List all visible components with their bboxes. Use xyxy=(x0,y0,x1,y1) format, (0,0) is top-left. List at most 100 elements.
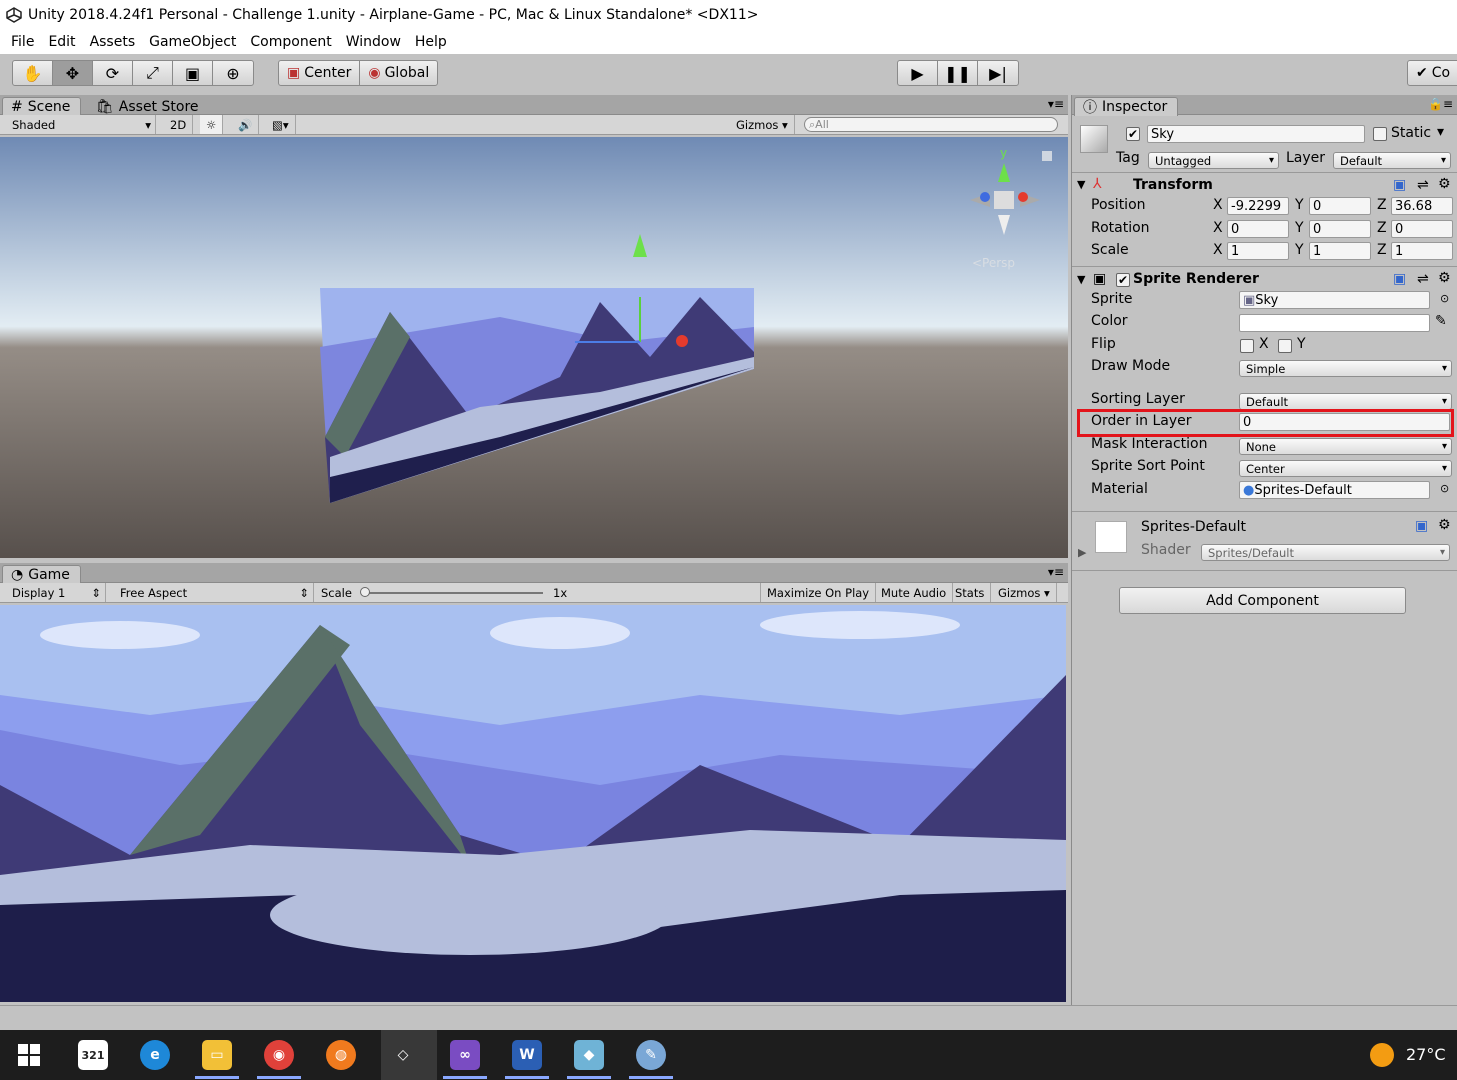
gear-icon[interactable]: ⚙ xyxy=(1438,517,1451,533)
audio-toggle[interactable]: 🔊 xyxy=(232,115,260,134)
panel-menu-icon[interactable]: ▾≡ xyxy=(1048,565,1064,579)
windows-start-icon[interactable] xyxy=(14,1040,44,1070)
menu-file[interactable]: File xyxy=(8,34,37,50)
position-y-field[interactable]: 0 xyxy=(1309,197,1371,215)
2d-toggle[interactable]: 2D xyxy=(164,115,194,134)
play-button[interactable]: ▶ xyxy=(898,61,938,85)
rotation-x-field[interactable]: 0 xyxy=(1227,220,1289,238)
menu-help[interactable]: Help xyxy=(412,34,450,50)
weather-sun-icon[interactable] xyxy=(1370,1043,1394,1067)
move-gizmo-x-handle[interactable] xyxy=(676,335,688,347)
game-view[interactable] xyxy=(0,605,1066,1002)
color-swatch[interactable] xyxy=(1239,314,1430,332)
tab-scene[interactable]: # Scene xyxy=(2,97,82,116)
pause-button[interactable]: ❚❚ xyxy=(938,61,978,85)
temperature-label[interactable]: 27°C xyxy=(1406,1045,1446,1064)
flip-x-checkbox[interactable] xyxy=(1240,339,1254,353)
preset-icon[interactable]: ⇌ xyxy=(1417,177,1429,193)
shading-dropdown[interactable]: Shaded ▾ xyxy=(6,115,156,134)
effects-toggle[interactable]: ▧ ▾ xyxy=(266,115,296,134)
sprite-sort-point-dropdown[interactable]: Center xyxy=(1239,460,1452,477)
rect-tool-button[interactable]: ▣ xyxy=(173,61,213,85)
edge-browser-icon[interactable]: e xyxy=(140,1040,170,1070)
sorting-layer-dropdown[interactable]: Default xyxy=(1239,393,1452,410)
calendar-app-icon[interactable]: 321 xyxy=(78,1040,108,1070)
firefox-browser-icon[interactable]: ◍ xyxy=(326,1040,356,1070)
tab-game[interactable]: ◔ Game xyxy=(2,565,81,584)
rotate-tool-button[interactable]: ⟳ xyxy=(93,61,133,85)
position-z-field[interactable]: 36.68 xyxy=(1391,197,1453,215)
menu-gameobject[interactable]: GameObject xyxy=(146,34,239,50)
step-button[interactable]: ▶| xyxy=(978,61,1018,85)
object-name-field[interactable]: Sky xyxy=(1147,125,1365,143)
flip-y-checkbox[interactable] xyxy=(1278,339,1292,353)
object-picker-icon[interactable]: ⊙ xyxy=(1440,482,1449,495)
lock-menu-icon[interactable]: 🔒≡ xyxy=(1428,97,1453,111)
tab-inspector[interactable]: ⓘ Inspector xyxy=(1074,97,1179,116)
preset-icon[interactable]: ⇌ xyxy=(1417,271,1429,287)
visual-studio-icon[interactable]: ∞ xyxy=(450,1040,480,1070)
object-picker-icon[interactable]: ⊙ xyxy=(1440,292,1449,305)
maximize-on-play-toggle[interactable]: Maximize On Play xyxy=(761,583,877,602)
menu-component[interactable]: Component xyxy=(247,34,334,50)
gear-icon[interactable]: ⚙ xyxy=(1438,270,1451,286)
scale-y-field[interactable]: 1 xyxy=(1309,242,1371,260)
add-component-button[interactable]: Add Component xyxy=(1119,587,1406,614)
file-explorer-icon[interactable]: ▭ xyxy=(202,1040,232,1070)
scale-slider-thumb[interactable] xyxy=(360,587,370,597)
scale-tool-button[interactable]: ⤢ xyxy=(133,61,173,85)
lock-icon[interactable] xyxy=(1042,151,1052,161)
menu-window[interactable]: Window xyxy=(343,34,404,50)
menu-assets[interactable]: Assets xyxy=(87,34,139,50)
persp-label[interactable]: <Persp xyxy=(972,256,1015,270)
chevron-down-icon[interactable]: ▾ xyxy=(1437,124,1444,140)
gear-icon[interactable]: ⚙ xyxy=(1438,176,1451,192)
lighting-toggle[interactable]: ☼ xyxy=(200,115,224,134)
mute-audio-toggle[interactable]: Mute Audio xyxy=(875,583,954,602)
display-dropdown[interactable]: Display 1 ⇕ xyxy=(6,583,106,602)
menu-edit[interactable]: Edit xyxy=(45,34,78,50)
move-tool-button[interactable]: ✥ xyxy=(53,61,93,85)
draw-mode-dropdown[interactable]: Simple xyxy=(1239,360,1452,377)
mask-interaction-dropdown[interactable]: None xyxy=(1239,438,1452,455)
scale-x-field[interactable]: 1 xyxy=(1227,242,1289,260)
collapse-triangle-icon[interactable]: ▼ xyxy=(1077,178,1085,191)
help-icon[interactable]: ▣ xyxy=(1393,271,1406,287)
order-in-layer-field[interactable]: 0 xyxy=(1239,413,1450,431)
gizmos-dropdown[interactable]: Gizmos ▾ xyxy=(730,115,795,134)
material-field[interactable]: ● Sprites-Default xyxy=(1239,481,1430,499)
active-checkbox[interactable]: ✔ xyxy=(1126,127,1140,141)
rotation-z-field[interactable]: 0 xyxy=(1391,220,1453,238)
help-icon[interactable]: ▣ xyxy=(1415,518,1428,534)
scene-viewport[interactable]: y <Persp xyxy=(0,137,1068,558)
rotation-y-field[interactable]: 0 xyxy=(1309,220,1371,238)
word-app-icon[interactable]: W xyxy=(512,1040,542,1070)
static-checkbox[interactable] xyxy=(1373,127,1387,141)
notes-app-icon[interactable]: ◆ xyxy=(574,1040,604,1070)
hand-tool-button[interactable]: ✋ xyxy=(13,61,53,85)
expand-triangle-icon[interactable]: ▶ xyxy=(1078,546,1086,559)
sprite-field[interactable]: ▣ Sky xyxy=(1239,291,1430,309)
position-x-field[interactable]: -9.2299 xyxy=(1227,197,1289,215)
sprite-renderer-enabled-checkbox[interactable]: ✔ xyxy=(1116,273,1130,287)
scale-z-field[interactable]: 1 xyxy=(1391,242,1453,260)
tag-dropdown[interactable]: Untagged xyxy=(1148,152,1279,169)
space-global-button[interactable]: ◉ Global xyxy=(360,61,437,85)
aspect-dropdown[interactable]: Free Aspect ⇕ xyxy=(114,583,314,602)
scale-slider[interactable]: Scale 1x xyxy=(315,583,761,602)
collapse-triangle-icon[interactable]: ▼ xyxy=(1077,273,1085,286)
eyedropper-icon[interactable]: ✎ xyxy=(1435,313,1447,329)
transform-tool-button[interactable]: ⊕ xyxy=(213,61,253,85)
layer-dropdown[interactable]: Default xyxy=(1333,152,1451,169)
shader-dropdown[interactable]: Sprites/Default xyxy=(1201,544,1450,561)
scene-search-input[interactable]: ⌕All xyxy=(804,117,1058,132)
pivot-center-button[interactable]: ▣ Center xyxy=(279,61,361,85)
paint-app-icon[interactable]: ✎ xyxy=(636,1040,666,1070)
chrome-browser-icon[interactable]: ◉ xyxy=(264,1040,294,1070)
collab-button[interactable]: ✔ Co xyxy=(1407,60,1457,86)
panel-menu-icon[interactable]: ▾≡ xyxy=(1048,97,1064,111)
stats-toggle[interactable]: Stats xyxy=(949,583,992,602)
help-icon[interactable]: ▣ xyxy=(1393,177,1406,193)
game-gizmos-dropdown[interactable]: Gizmos ▾ xyxy=(992,583,1057,602)
tab-asset-store[interactable]: 🛍 Asset Store xyxy=(88,97,209,116)
